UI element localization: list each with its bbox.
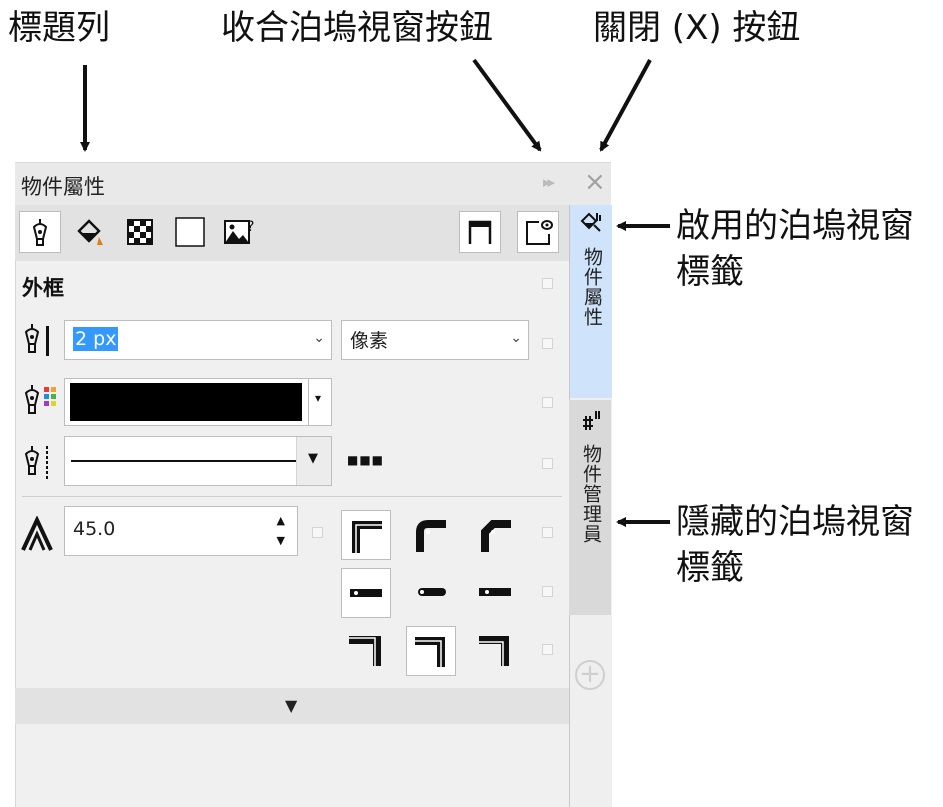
tab-object-manager[interactable]: 物件管理員 [569, 400, 611, 615]
cap-round-icon [418, 588, 446, 596]
fill-tab-button[interactable] [69, 211, 111, 253]
corner-bevel-icon [481, 520, 511, 552]
miter-limit-value: 45.0 [73, 518, 116, 540]
arrow-collapse [472, 58, 542, 152]
line-style-dropdown-toggle[interactable]: ▼ [296, 437, 331, 485]
corner-miter-icon [352, 521, 382, 553]
line-style-icon [24, 446, 48, 480]
position-center-icon [415, 637, 445, 667]
property-toolbar: ? [15, 205, 569, 261]
docker-title-bar[interactable]: 物件屬性 ▸▸ × [15, 162, 611, 206]
outline-width-input[interactable]: 2 px ⌄ [64, 320, 332, 360]
miter-limit-icon [21, 516, 53, 551]
outline-width-value: 2 px [73, 327, 119, 351]
section-checkbox[interactable] [542, 278, 553, 289]
position-inside-button[interactable] [471, 626, 521, 676]
color-swatch [70, 383, 302, 421]
color-dropdown-toggle[interactable]: ▾ [308, 379, 331, 425]
corner-miter-button[interactable] [341, 510, 391, 560]
expand-down-icon[interactable]: ▼ [285, 696, 297, 715]
settings-button[interactable] [517, 211, 559, 253]
corner-bevel-button[interactable] [471, 510, 521, 560]
outline-width-icon [24, 324, 49, 356]
transparency-icon [127, 219, 153, 245]
svg-text:?: ? [247, 219, 254, 235]
miter-checkbox[interactable] [312, 527, 323, 538]
frame-icon [175, 217, 205, 247]
expand-bar[interactable]: ▼ [15, 688, 569, 724]
arrow-close [599, 59, 652, 152]
position-outside-button[interactable] [341, 626, 391, 676]
outline-color-picker[interactable]: ▾ [64, 378, 332, 426]
outline-pen-icon [32, 219, 48, 246]
chevron-down-icon: ⌄ [510, 330, 522, 346]
cap-square-button[interactable] [471, 568, 521, 618]
outline-tab-button[interactable] [19, 211, 61, 253]
line-style-select[interactable]: ▼ [64, 436, 332, 486]
cap-round-button[interactable] [406, 568, 456, 618]
cap-butt-button[interactable] [341, 568, 391, 618]
chevron-down-icon: ▾ [315, 391, 322, 405]
fill-bucket-icon [77, 219, 103, 245]
position-center-button[interactable] [406, 626, 456, 676]
transparency-tab-button[interactable] [119, 211, 161, 253]
outline-unit-value: 像素 [350, 330, 389, 352]
chevron-down-icon: ⌄ [313, 330, 325, 346]
chevron-down-icon: ▼ [308, 451, 318, 466]
line-preview [71, 460, 299, 462]
tab-object-manager-label: 物件管理員 [580, 444, 602, 544]
miter-limit-input[interactable]: 45.0 ▲ ▼ [64, 506, 298, 556]
add-docker-icon[interactable]: + [575, 660, 605, 690]
cap-checkbox[interactable] [542, 586, 553, 597]
spin-up-icon[interactable]: ▲ [277, 514, 285, 527]
cap-square-icon [479, 588, 511, 596]
position-inside-icon [479, 636, 509, 666]
position-checkbox[interactable] [542, 644, 553, 655]
frame-tab-button[interactable] [169, 211, 211, 253]
image-tab-button[interactable]: ? [219, 211, 261, 253]
corner-style-icon [468, 220, 492, 244]
corner-checkbox[interactable] [542, 527, 553, 538]
settings-icon [526, 220, 553, 245]
color-checkbox[interactable] [542, 397, 553, 408]
width-checkbox[interactable] [542, 338, 553, 349]
spin-down-icon[interactable]: ▼ [277, 534, 285, 547]
outline-unit-select[interactable]: 像素 ⌄ [341, 320, 529, 360]
section-divider [22, 496, 562, 497]
outline-color-icon [24, 385, 56, 414]
docker-title: 物件屬性 [21, 175, 105, 199]
corner-round-icon [416, 520, 446, 552]
object-manager-tab-icon [583, 411, 600, 430]
tab-object-properties-label: 物件屬性 [581, 247, 603, 327]
tab-object-properties[interactable]: 物件屬性 [569, 205, 612, 398]
line-style-more[interactable]: ■■■ [347, 453, 384, 467]
cap-butt-icon [350, 589, 382, 597]
image-help-icon: ? [224, 219, 254, 244]
outline-section-label: 外框 [22, 276, 64, 300]
object-properties-tab-icon [580, 212, 601, 232]
corner-round-button[interactable] [406, 510, 456, 560]
line-style-checkbox[interactable] [542, 458, 553, 469]
collapse-docker-button[interactable]: ▸▸ [543, 173, 555, 191]
position-outside-icon [349, 636, 381, 666]
close-docker-button[interactable]: × [584, 167, 606, 197]
corner-style-button[interactable] [459, 211, 501, 253]
